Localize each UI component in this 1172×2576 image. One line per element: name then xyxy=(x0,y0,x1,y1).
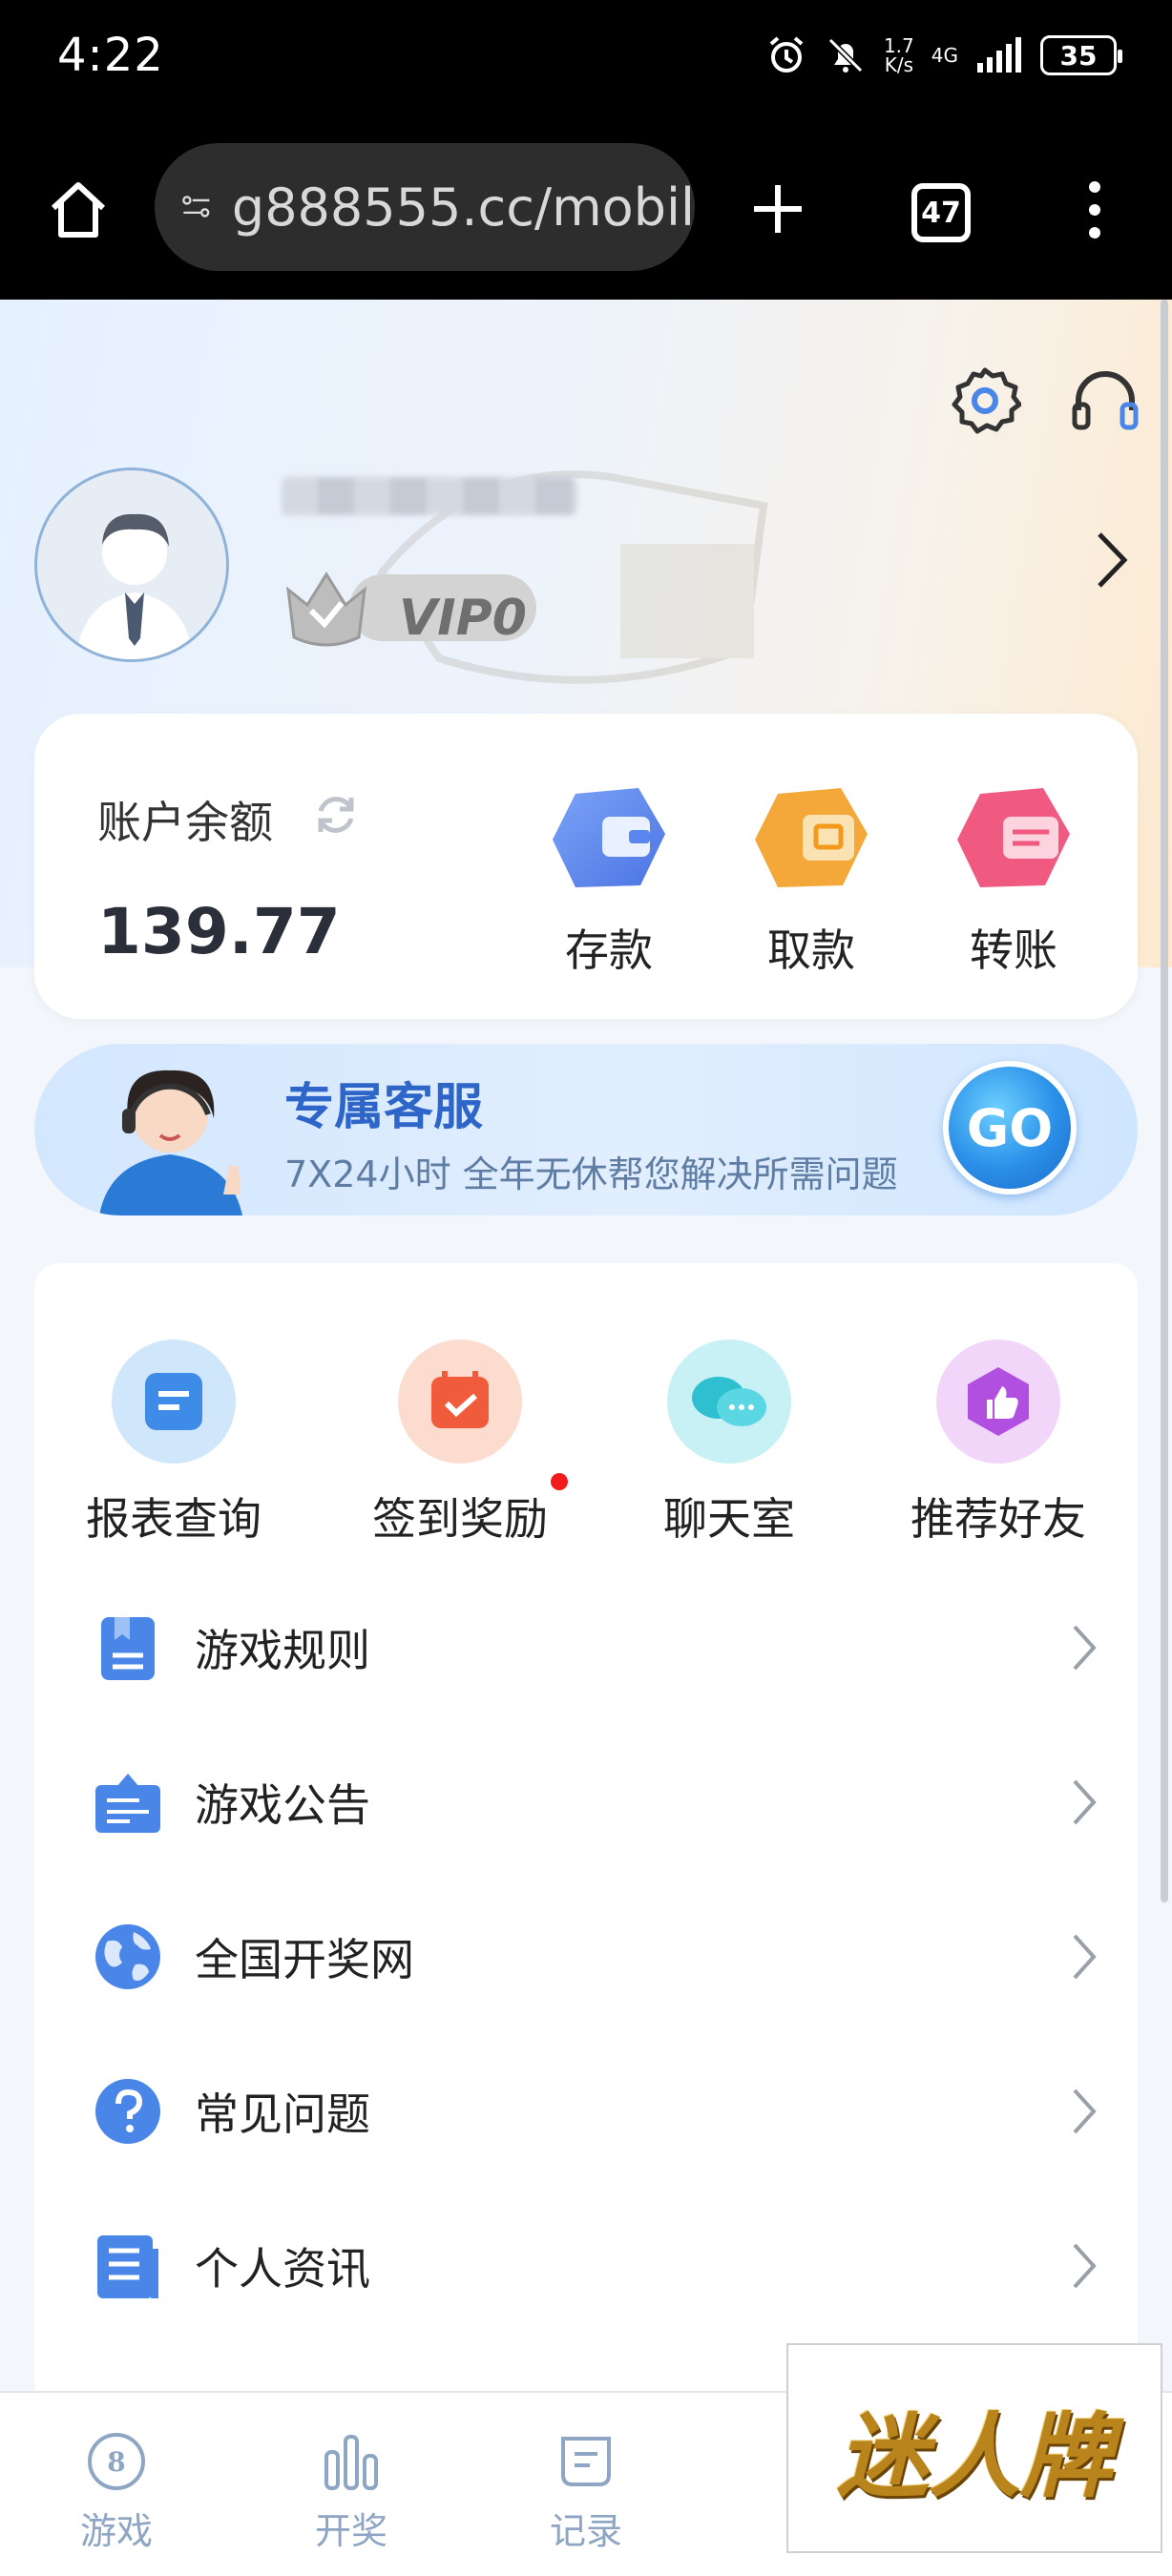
customer-service-headset-icon[interactable] xyxy=(1069,364,1141,437)
nav-tab-draws[interactable]: 开奖 xyxy=(284,2431,418,2554)
checkin-reward-button[interactable]: 签到奖励 xyxy=(355,1340,565,1548)
battery-indicator: 35 xyxy=(1040,35,1122,75)
watermark-logo: 迷人牌 xyxy=(786,2343,1162,2553)
nav-draws-label: 开奖 xyxy=(314,2510,387,2552)
watermark-text: 迷人牌 xyxy=(837,2401,1112,2510)
checkin-reward-label: 签到奖励 xyxy=(372,1493,548,1545)
chevron-right-icon xyxy=(1073,1934,1097,1980)
network-type: 4G xyxy=(931,44,958,67)
more-menu-icon[interactable] xyxy=(1080,176,1109,244)
chevron-right-icon xyxy=(1073,2243,1097,2289)
thumbs-up-icon xyxy=(936,1340,1060,1464)
menu-row-game-rules[interactable]: 游戏规则 xyxy=(34,1576,1138,1719)
profile-doc-icon xyxy=(97,2235,158,2298)
menu-row-lottery-network[interactable]: 全国开奖网 xyxy=(34,1885,1138,2028)
transfer-label: 转账 xyxy=(970,924,1057,976)
nav-games-label: 游戏 xyxy=(79,2510,153,2552)
profile-chevron-right-icon[interactable] xyxy=(1088,527,1136,593)
notice-board-icon xyxy=(95,1774,160,1833)
rules-book-icon xyxy=(101,1617,155,1680)
balance-label: 账户余额 xyxy=(97,797,273,848)
status-bar: 4:22 1.7 K/s 4G 35 xyxy=(0,0,1172,118)
nav-tab-games[interactable]: 8 游戏 xyxy=(50,2431,183,2554)
mute-bell-icon xyxy=(827,37,864,73)
net-speed: 1.7 K/s xyxy=(884,36,914,74)
chat-icon xyxy=(667,1340,791,1464)
lottery-network-label: 全国开奖网 xyxy=(195,1934,414,1985)
game-icon: 8 xyxy=(88,2433,145,2490)
report-query-button[interactable]: 报表查询 xyxy=(69,1340,279,1548)
chat-room-label: 聊天室 xyxy=(663,1493,795,1545)
exclusive-service-banner[interactable]: 专属客服 7X24小时 全年无休帮您解决所需问题 GO xyxy=(34,1044,1138,1215)
vip-level: VIP0 xyxy=(399,590,527,647)
service-subtitle: 7X24小时 全年无休帮您解决所需问题 xyxy=(284,1153,898,1195)
nav-records-label: 记录 xyxy=(549,2510,622,2552)
settings-gear-icon[interactable] xyxy=(949,364,1021,437)
chat-room-button[interactable]: 聊天室 xyxy=(624,1340,834,1548)
username-blurred xyxy=(282,477,577,515)
transfer-button[interactable]: 转账 xyxy=(937,780,1090,979)
site-settings-icon[interactable] xyxy=(181,184,213,230)
question-icon xyxy=(95,2079,160,2144)
url-text: g888555.cc/mobil xyxy=(231,177,695,238)
address-bar[interactable]: g888555.cc/mobil xyxy=(155,143,695,271)
status-icons: 1.7 K/s 4G 35 xyxy=(765,34,1122,76)
menu-row-faq[interactable]: 常见问题 xyxy=(34,2040,1138,2183)
browser-toolbar: g888555.cc/mobil 47 xyxy=(0,118,1172,300)
chevron-right-icon xyxy=(1073,2088,1097,2134)
go-button[interactable]: GO xyxy=(943,1061,1077,1195)
game-notice-label: 游戏公告 xyxy=(195,1779,370,1831)
page-scrollbar[interactable] xyxy=(1161,300,1168,1902)
menu-row-personal-info[interactable]: 个人资讯 xyxy=(34,2194,1138,2337)
withdraw-button[interactable]: 取款 xyxy=(735,780,888,979)
report-icon xyxy=(112,1340,236,1464)
chevron-right-icon xyxy=(1073,1625,1097,1671)
tab-switcher-button[interactable]: 47 xyxy=(911,183,971,242)
nav-tab-records[interactable]: 记录 xyxy=(519,2431,653,2554)
service-agent-illustration xyxy=(99,1070,242,1215)
avatar-person-icon xyxy=(75,513,194,659)
net-speed-value: 1.7 xyxy=(883,34,914,57)
balance-card: 账户余额 139.77 存款 取款 转账 xyxy=(34,714,1138,1019)
refer-friend-button[interactable]: 推荐好友 xyxy=(893,1340,1103,1548)
balance-amount: 139.77 xyxy=(97,895,341,968)
new-tab-icon[interactable] xyxy=(748,179,807,239)
refer-friend-label: 推荐好友 xyxy=(910,1493,1086,1545)
deposit-label: 存款 xyxy=(565,924,653,976)
report-query-label: 报表查询 xyxy=(86,1493,262,1545)
chevron-right-icon xyxy=(1073,1779,1097,1825)
notification-dot xyxy=(551,1473,568,1490)
faq-label: 常见问题 xyxy=(195,2088,370,2140)
svg-text:8: 8 xyxy=(107,2446,125,2478)
withdraw-label: 取款 xyxy=(767,924,855,976)
menu-card: 报表查询 签到奖励 聊天室 推荐好友 游戏规则 游戏公告 全国开奖网 常见问题 xyxy=(34,1263,1138,2408)
refresh-icon[interactable] xyxy=(311,790,361,840)
transfer-card-icon xyxy=(957,788,1070,887)
game-rules-label: 游戏规则 xyxy=(195,1625,370,1676)
globe-icon xyxy=(95,1924,160,1989)
deposit-wallet-icon xyxy=(553,788,665,887)
avatar[interactable] xyxy=(34,467,229,662)
alarm-icon xyxy=(769,36,804,73)
withdraw-box-icon xyxy=(755,788,868,887)
deposit-button[interactable]: 存款 xyxy=(533,780,685,979)
record-icon xyxy=(561,2437,611,2486)
home-icon[interactable] xyxy=(44,176,113,244)
service-title: 专属客服 xyxy=(284,1079,484,1136)
checkin-icon xyxy=(398,1340,522,1464)
net-speed-unit: K/s xyxy=(884,53,913,76)
status-time: 4:22 xyxy=(57,29,164,82)
signal-icon xyxy=(977,37,1021,73)
personal-info-label: 个人资讯 xyxy=(195,2243,370,2295)
menu-row-game-notice[interactable]: 游戏公告 xyxy=(34,1731,1138,1874)
bar-chart-icon xyxy=(324,2435,378,2490)
